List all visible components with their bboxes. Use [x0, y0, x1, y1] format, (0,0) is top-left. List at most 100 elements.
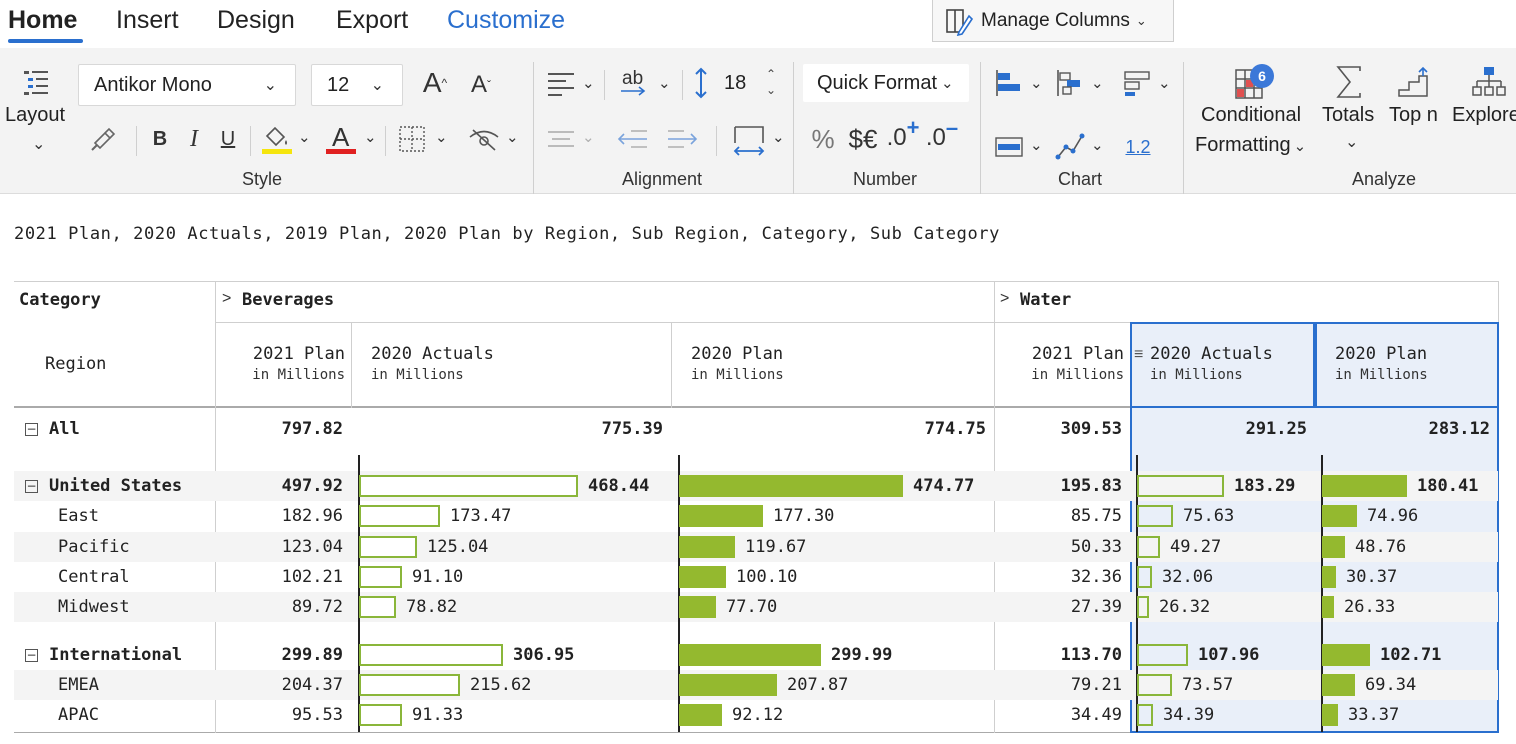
bold-icon[interactable]: B — [148, 124, 172, 154]
collapse-icon[interactable]: − — [25, 649, 38, 662]
underline-icon[interactable]: U — [216, 124, 240, 154]
totals-button[interactable]: Totals — [1322, 104, 1374, 127]
column-header-title[interactable]: 2021 Plan — [253, 344, 345, 364]
italic-icon[interactable]: I — [182, 124, 206, 154]
tab-design[interactable]: Design — [217, 6, 295, 35]
chevron-down-icon[interactable]: ⌄ — [1030, 136, 1043, 154]
row-label[interactable]: Pacific — [58, 537, 130, 557]
column-header-title[interactable]: 2020 Plan — [1335, 344, 1427, 364]
row-label[interactable]: Midwest — [58, 597, 130, 617]
selected-header-plan[interactable] — [1315, 322, 1499, 408]
row-label[interactable]: APAC — [58, 705, 99, 725]
row-label[interactable]: United States — [49, 476, 182, 496]
manage-columns-icon — [945, 6, 974, 36]
collapse-icon[interactable]: − — [25, 480, 38, 493]
row-label[interactable]: EMEA — [58, 675, 99, 695]
wrap-text-icon[interactable]: ab — [616, 64, 654, 100]
font-color-icon[interactable]: A — [322, 120, 360, 156]
sigma-icon[interactable] — [1332, 64, 1366, 100]
percent-format-button[interactable]: % — [808, 122, 838, 156]
bar-value-label: 207.87 — [787, 675, 849, 695]
font-family-select[interactable]: Antikor Mono ⌄ — [78, 64, 296, 106]
top-n-icon[interactable] — [1396, 64, 1430, 100]
column-header-unit: in Millions — [1335, 367, 1428, 383]
increase-decimals-button[interactable]: .0 + — [886, 115, 920, 156]
chevron-down-icon[interactable]: ⌄ — [435, 128, 448, 146]
explore-button[interactable]: Explore — [1452, 104, 1516, 127]
align-left-icon[interactable] — [544, 66, 578, 100]
group-header-water[interactable]: Water — [1020, 290, 1071, 310]
font-size-value: 12 — [327, 73, 350, 96]
borders-icon[interactable] — [395, 122, 429, 156]
chevron-down-icon[interactable]: ⌄ — [298, 128, 311, 146]
conditional-formatting-label-2[interactable]: Formatting ⌄ — [1195, 134, 1306, 157]
selected-header-actuals[interactable] — [1130, 322, 1315, 408]
cell-value: 32.36 — [1070, 567, 1122, 587]
group-header-beverages[interactable]: Beverages — [242, 290, 334, 310]
bar-plan — [1322, 674, 1355, 696]
manage-columns-button[interactable]: Manage Columns ⌄ — [932, 0, 1174, 42]
chevron-down-icon[interactable]: ⌄ — [364, 128, 377, 146]
svg-text:ab: ab — [622, 68, 643, 89]
bar-value-label: 73.57 — [1182, 675, 1234, 695]
column-header-title[interactable]: 2020 Actuals — [1150, 344, 1273, 364]
outdent-icon[interactable] — [615, 122, 651, 156]
variance-chart-icon[interactable] — [1120, 66, 1154, 100]
group-label-alignment: Alignment — [622, 169, 703, 189]
column-header-unit: in Millions — [1150, 367, 1243, 383]
decrease-font-icon[interactable]: Aˇ — [464, 68, 498, 102]
row-header-divider — [215, 281, 216, 733]
chevron-down-icon[interactable]: ⌄ — [1030, 74, 1043, 92]
drag-handle-icon[interactable]: ≡ — [1134, 347, 1143, 363]
explore-icon[interactable] — [1470, 64, 1508, 100]
column-width-icon[interactable] — [730, 122, 768, 158]
chevron-down-icon[interactable]: ⌄ — [582, 74, 595, 92]
fill-color-icon[interactable] — [258, 120, 296, 156]
expand-chevron-icon[interactable]: > — [222, 290, 231, 308]
currency-format-button[interactable]: $€ — [843, 122, 883, 156]
line-chart-icon[interactable] — [1053, 130, 1087, 162]
chevron-down-icon[interactable]: ⌄ — [1158, 74, 1171, 92]
tab-export[interactable]: Export — [336, 6, 408, 35]
column-header-title[interactable]: 2021 Plan — [1032, 344, 1124, 364]
tab-customize[interactable]: Customize — [447, 6, 565, 35]
stepper-arrows-icon[interactable]: ⌃ ⌄ — [766, 66, 776, 98]
row-label[interactable]: International — [49, 645, 182, 665]
expand-chevron-icon[interactable]: > — [1000, 290, 1009, 308]
row-label[interactable]: East — [58, 506, 99, 526]
visibility-icon[interactable] — [466, 122, 502, 156]
data-labels-button[interactable]: 1.2 — [1120, 132, 1156, 162]
chevron-down-icon[interactable]: ⌄ — [1345, 132, 1358, 152]
row-label[interactable]: Central — [58, 567, 130, 587]
format-painter-icon[interactable] — [88, 122, 118, 156]
conditional-formatting-label-1[interactable]: Conditional — [1201, 104, 1301, 127]
bar-actuals — [1137, 475, 1224, 497]
column-header-title[interactable]: 2020 Plan — [691, 344, 783, 364]
chevron-down-icon[interactable]: ⌄ — [1091, 74, 1104, 92]
bar-chart-icon[interactable] — [992, 66, 1026, 100]
increase-font-icon[interactable]: A ^ — [418, 66, 452, 100]
quick-format-button[interactable]: Quick Format ⌄ — [803, 64, 969, 102]
bar-plan — [679, 644, 821, 666]
chevron-down-icon[interactable]: ⌄ — [506, 128, 519, 146]
cell-value: 182.96 — [281, 506, 343, 526]
decrease-decimals-button[interactable]: .0– — [925, 115, 959, 156]
column-header-title[interactable]: 2020 Actuals — [371, 344, 494, 364]
tab-insert[interactable]: Insert — [116, 6, 179, 35]
chevron-down-icon[interactable]: ⌄ — [772, 128, 785, 146]
top-n-button[interactable]: Top n — [1389, 104, 1438, 127]
tab-home[interactable]: Home — [8, 6, 77, 35]
row-label[interactable]: All — [49, 419, 80, 439]
chevron-down-icon[interactable]: ⌄ — [1091, 136, 1104, 154]
font-size-select[interactable]: 12 ⌄ — [311, 64, 403, 106]
minus-icon: – — [945, 115, 959, 140]
bar-value-label: 32.06 — [1162, 567, 1214, 587]
bar-plan — [1322, 566, 1336, 588]
waterfall-chart-icon[interactable] — [1053, 66, 1087, 100]
chevron-down-icon[interactable]: ⌄ — [658, 74, 671, 92]
collapse-icon[interactable]: − — [25, 423, 38, 436]
layout-button[interactable]: Layout — [5, 104, 65, 127]
table-chart-icon[interactable] — [992, 132, 1026, 162]
row-height-stepper[interactable]: 18 ⌃ ⌄ — [714, 66, 786, 100]
indent-icon[interactable] — [664, 122, 700, 156]
